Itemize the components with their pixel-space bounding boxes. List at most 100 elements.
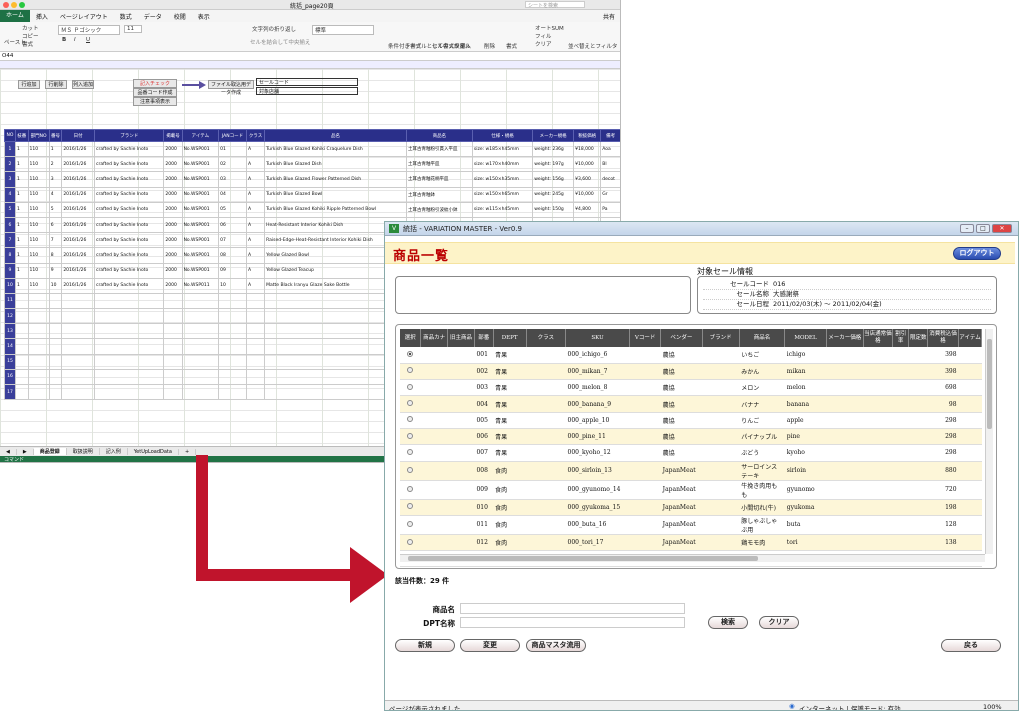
product-name-input[interactable] bbox=[460, 603, 685, 614]
sheet-cell[interactable] bbox=[245, 338, 266, 355]
sheet-cell[interactable]: Turkish Blue Glazed Bowl bbox=[264, 186, 407, 203]
sheet-cell[interactable]: 1 bbox=[14, 156, 29, 173]
sheet-cell[interactable]: 4 bbox=[48, 186, 63, 203]
sheet-cell[interactable]: ¥3,600 bbox=[573, 171, 602, 188]
grid-header-cell[interactable]: 当店通常価格 bbox=[863, 329, 893, 347]
row-select-radio[interactable] bbox=[407, 383, 414, 390]
sheet-cell[interactable] bbox=[163, 368, 183, 386]
sheet-cell[interactable] bbox=[14, 368, 29, 386]
sheet-cell[interactable]: 2000 bbox=[163, 262, 183, 279]
horizontal-scrollbar[interactable] bbox=[400, 554, 985, 562]
sheet-cell[interactable] bbox=[245, 383, 266, 401]
underline-icon[interactable]: U bbox=[86, 37, 90, 43]
italic-icon[interactable]: I bbox=[74, 37, 76, 43]
sheet-cell[interactable]: ¥10,000 bbox=[573, 186, 602, 203]
grid-header-cell[interactable]: メーカー価格 bbox=[826, 329, 864, 347]
sheet-cell[interactable]: A bbox=[245, 247, 266, 264]
sheet-cell[interactable]: size: w150×h65mm bbox=[471, 186, 534, 203]
sheet-cell[interactable] bbox=[218, 292, 247, 310]
sheet-cell[interactable] bbox=[94, 308, 165, 325]
sheet-cell[interactable]: 土耳古青釉花柄平皿 bbox=[405, 171, 473, 188]
master-copy-button[interactable]: 商品マスタ流用 bbox=[526, 639, 586, 652]
ribbon-tab-insert[interactable]: 挿入 bbox=[30, 12, 54, 21]
sheet-cell[interactable] bbox=[218, 338, 247, 355]
sheet-cell[interactable] bbox=[27, 368, 50, 386]
format-cells-button[interactable]: 書式 bbox=[506, 42, 517, 50]
sheet-cell[interactable] bbox=[181, 353, 220, 370]
sheet-nav-right-icon[interactable]: ▶ bbox=[17, 448, 34, 455]
sheet-cell[interactable] bbox=[94, 353, 165, 370]
sheet-cell[interactable]: 7 bbox=[48, 232, 63, 249]
vertical-scrollbar[interactable] bbox=[985, 329, 993, 554]
row-select-radio[interactable] bbox=[407, 350, 414, 357]
grid-header-cell[interactable]: 商品名 bbox=[739, 329, 786, 347]
sheet-cell[interactable]: crafted by Sachie Inoto bbox=[94, 247, 165, 264]
sheet-cell[interactable]: Pa bbox=[600, 201, 620, 218]
row-select-radio[interactable] bbox=[407, 448, 414, 455]
sheet-cell[interactable]: 2000 bbox=[163, 186, 183, 203]
sheet-tab-product[interactable]: 商品登録 bbox=[33, 448, 67, 455]
sheet-tab-manual[interactable]: 取扱説明 bbox=[67, 448, 100, 455]
row-select-radio[interactable] bbox=[407, 416, 414, 423]
row-select-radio[interactable] bbox=[407, 367, 414, 374]
sheet-cell[interactable]: 1 bbox=[14, 171, 29, 188]
number-format-select[interactable]: 標準 bbox=[312, 25, 374, 35]
sheet-cell[interactable]: 08 bbox=[218, 247, 247, 264]
row-select-radio[interactable] bbox=[407, 520, 414, 527]
entry-check-button[interactable]: 記入チェック bbox=[133, 79, 177, 88]
sheet-cell[interactable]: 1 bbox=[14, 232, 29, 249]
sheet-cell[interactable]: 2016/1/26 bbox=[61, 247, 96, 264]
sheet-cell[interactable]: 110 bbox=[27, 140, 50, 158]
sheet-cell[interactable]: No.WSP001 bbox=[181, 186, 220, 203]
grid-header-cell[interactable]: 旧主商品 bbox=[447, 329, 475, 347]
sheet-cell[interactable]: 2000 bbox=[163, 247, 183, 264]
sheet-cell[interactable] bbox=[218, 308, 247, 325]
create-import-data-button[interactable]: ファイル取込用データ作成 bbox=[208, 80, 254, 96]
grid-header-cell[interactable]: ベンダー bbox=[660, 329, 703, 347]
sheet-cell[interactable]: 110 bbox=[27, 156, 50, 173]
grid-header-cell[interactable]: DEPT bbox=[493, 329, 527, 347]
sheet-cell[interactable] bbox=[163, 338, 183, 355]
sheet-cell[interactable]: crafted by Sachie Inoto bbox=[94, 186, 165, 203]
row-select-radio[interactable] bbox=[407, 466, 414, 473]
sheet-cell[interactable]: 01 bbox=[218, 140, 247, 158]
sheet-cell[interactable] bbox=[218, 323, 247, 340]
sheet-cell[interactable] bbox=[181, 383, 220, 401]
sheet-cell[interactable] bbox=[245, 353, 266, 370]
row-select-radio[interactable] bbox=[407, 400, 414, 407]
sheet-cell[interactable]: Turkish Blue Glazed Dish bbox=[264, 156, 407, 173]
sheet-cell[interactable]: A bbox=[245, 201, 266, 218]
name-box[interactable]: O44 bbox=[2, 53, 13, 59]
wrap-text-button[interactable]: 文字列の折り返し bbox=[252, 25, 296, 33]
sheet-cell[interactable] bbox=[48, 292, 63, 310]
sheet-cell[interactable]: weight: 156g bbox=[532, 171, 575, 188]
sheet-cell[interactable]: 09 bbox=[218, 262, 247, 279]
paste-button[interactable]: ペースト bbox=[4, 38, 26, 46]
ribbon-tab-data[interactable]: データ bbox=[138, 12, 168, 21]
sheet-cell[interactable] bbox=[14, 323, 29, 340]
sheet-cell[interactable] bbox=[48, 308, 63, 325]
sheet-cell[interactable]: 1 bbox=[48, 140, 63, 158]
sheet-cell[interactable]: crafted by Sachie Inoto bbox=[94, 156, 165, 173]
sheet-cell[interactable]: 1 bbox=[14, 262, 29, 279]
cut-button[interactable]: カット bbox=[22, 24, 39, 32]
sheet-cell[interactable] bbox=[181, 323, 220, 340]
ribbon-tab-review[interactable]: 校閲 bbox=[168, 12, 192, 21]
share-button[interactable]: 共有 bbox=[597, 12, 620, 21]
sheet-cell[interactable] bbox=[94, 292, 165, 310]
sheet-cell[interactable]: ¥4,800 bbox=[573, 201, 602, 218]
sheet-cell[interactable]: 06 bbox=[218, 216, 247, 234]
sheet-cell[interactable]: crafted by Sachie Inoto bbox=[94, 171, 165, 188]
ribbon-tab-formulas[interactable]: 数式 bbox=[114, 12, 138, 21]
grid-header-cell[interactable]: 消費税込価格 bbox=[927, 329, 960, 347]
sheet-cell[interactable]: Gr bbox=[600, 186, 620, 203]
sheet-cell[interactable] bbox=[48, 323, 63, 340]
maximize-icon[interactable] bbox=[19, 2, 25, 8]
sheet-cell[interactable] bbox=[245, 292, 266, 310]
add-row-button[interactable]: 行追加 bbox=[18, 80, 40, 89]
sheet-cell[interactable]: ¥18,000 bbox=[573, 140, 602, 158]
grid-header-cell[interactable]: MODEL bbox=[784, 329, 827, 347]
create-code-button[interactable]: 品番コード作成 bbox=[133, 88, 177, 97]
sheet-cell[interactable] bbox=[27, 292, 50, 310]
sheet-cell[interactable] bbox=[48, 368, 63, 386]
